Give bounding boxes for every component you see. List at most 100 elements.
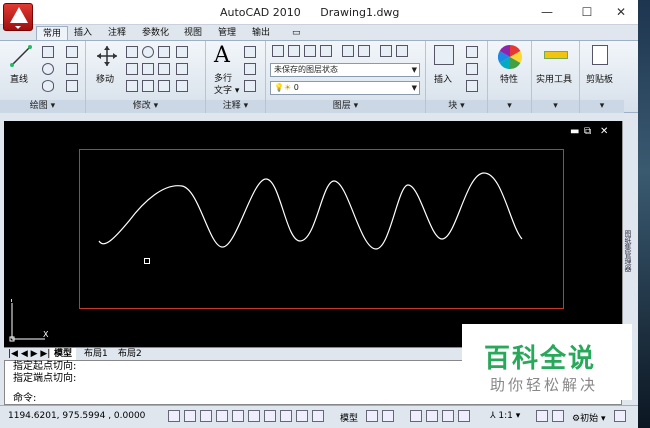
explode-icon[interactable] [158, 63, 170, 75]
text-icon[interactable]: A [214, 43, 230, 68]
rotate-icon[interactable] [142, 46, 154, 58]
clean-screen-icon[interactable] [614, 410, 626, 422]
watermark-title: 百科全说 [484, 344, 597, 374]
zoom-icon[interactable] [426, 410, 438, 422]
close-button[interactable]: ✕ [612, 4, 630, 20]
line-button-label[interactable]: 直线 [10, 72, 28, 85]
layer-unisolate-icon[interactable] [358, 45, 370, 57]
ribbon-toggle-icon[interactable]: ▭ [286, 26, 307, 40]
polyline-icon[interactable] [42, 46, 54, 58]
document-name: Drawing1.dwg [320, 6, 400, 19]
table-icon[interactable] [244, 80, 256, 92]
offset-icon[interactable] [176, 63, 188, 75]
hatch-icon[interactable] [66, 80, 78, 92]
scale-icon[interactable] [142, 80, 154, 92]
insert-button-label[interactable]: 插入 [434, 72, 452, 85]
modify-panel-title[interactable]: 修改 ▾ [86, 100, 205, 113]
draw-panel-title[interactable]: 绘图 ▾ [0, 100, 85, 113]
utilities-panel[interactable]: 实用工具 ▾ [532, 41, 580, 113]
tab-view[interactable]: 视图 [178, 26, 208, 40]
ducs-icon[interactable] [264, 410, 276, 422]
edit-block-icon[interactable] [466, 63, 478, 75]
workspace-switcher[interactable]: ⚙初始 ▾ [572, 411, 605, 424]
attribute-icon[interactable] [466, 80, 478, 92]
ellipse-icon[interactable] [42, 80, 54, 92]
tab-model[interactable]: 模型 [50, 348, 77, 360]
tab-output[interactable]: 输出 [246, 26, 276, 40]
layer-icon[interactable] [288, 45, 300, 57]
tab-insert[interactable]: 插入 [68, 26, 98, 40]
annotation-scale[interactable]: ⅄ 1:1 ▾ [490, 411, 520, 421]
layer-isolate-icon[interactable] [342, 45, 354, 57]
sheet-set-manager-label[interactable]: 图纸集管理器 [623, 230, 633, 272]
grid-display-icon[interactable] [184, 410, 196, 422]
maximize-button[interactable]: ☐ [578, 4, 596, 20]
move-icon[interactable] [96, 45, 118, 67]
circle-icon[interactable] [42, 63, 54, 75]
clipboard-dropdown[interactable]: ▾ [580, 100, 624, 113]
properties-dropdown[interactable]: ▾ [488, 100, 531, 113]
stretch-icon[interactable] [126, 80, 138, 92]
tab-annotate[interactable]: 注释 [102, 26, 132, 40]
snap-mode-icon[interactable] [168, 410, 180, 422]
layout-nav-arrows[interactable]: |◀ ◀ ▶ ▶| [4, 348, 54, 360]
layer-off-icon[interactable] [320, 45, 332, 57]
otrack-icon[interactable] [248, 410, 260, 422]
object-snap-icon[interactable] [232, 410, 244, 422]
line-icon[interactable] [10, 45, 32, 67]
layout-view-icon[interactable] [366, 410, 378, 422]
trim-icon[interactable] [158, 46, 170, 58]
annotation-visibility-icon[interactable] [536, 410, 548, 422]
window-title: AutoCAD 2010 Drawing1.dwg [220, 6, 415, 19]
rectangle-icon[interactable] [66, 63, 78, 75]
move-button-label[interactable]: 移动 [96, 72, 114, 85]
lineweight-icon[interactable] [296, 410, 308, 422]
tab-manage[interactable]: 管理 [212, 26, 242, 40]
coordinate-readout[interactable]: 1194.6201, 975.5994 , 0.0000 [8, 411, 145, 421]
tab-layout1[interactable]: 布局1 [80, 348, 112, 360]
tab-home[interactable]: 常用 [36, 26, 69, 40]
steeringwheel-icon[interactable] [442, 410, 454, 422]
fillet-icon[interactable] [142, 63, 154, 75]
clipboard-panel[interactable]: 剪贴板 ▾ [580, 41, 624, 113]
insert-block-icon[interactable] [434, 45, 454, 65]
copy-icon[interactable] [126, 46, 138, 58]
dimension-icon[interactable] [244, 46, 256, 58]
mirror-icon[interactable] [126, 63, 138, 75]
annotation-panel-title[interactable]: 注释 ▾ [206, 100, 265, 113]
layout-view-icon[interactable] [382, 410, 394, 422]
layer-dropdown[interactable]: 💡☀ 0 ▼ [270, 81, 420, 95]
layer-freeze-icon[interactable] [380, 45, 392, 57]
polar-tracking-icon[interactable] [216, 410, 228, 422]
layers-panel-title[interactable]: 图层 ▾ [266, 100, 425, 113]
utilities-dropdown[interactable]: ▾ [532, 100, 579, 113]
layer-properties-icon[interactable] [272, 45, 284, 57]
pan-icon[interactable] [410, 410, 422, 422]
leader-icon[interactable] [244, 63, 256, 75]
drawing-canvas[interactable]: ▬ ⧉ ✕ Y X [4, 121, 622, 347]
arc-icon[interactable] [66, 46, 78, 58]
ortho-mode-icon[interactable] [200, 410, 212, 422]
quick-properties-icon[interactable] [312, 410, 324, 422]
layer-lock-icon[interactable] [396, 45, 408, 57]
array-icon[interactable] [158, 80, 170, 92]
mtext-label-2[interactable]: 文字 ▾ [214, 83, 239, 96]
properties-panel[interactable]: 特性 ▾ [488, 41, 532, 113]
dynamic-input-icon[interactable] [280, 410, 292, 422]
create-block-icon[interactable] [466, 46, 478, 58]
command-prompt[interactable]: 命令: [13, 393, 36, 405]
block-panel-title[interactable]: 块 ▾ [426, 100, 487, 113]
autocad-logo-icon [10, 7, 28, 23]
tab-parametric[interactable]: 参数化 [136, 26, 175, 40]
spline-curve[interactable] [4, 121, 622, 347]
application-menu-button[interactable] [3, 3, 33, 31]
minimize-button[interactable]: — [538, 4, 556, 20]
layer-state-dropdown[interactable]: 未保存的图层状态 ▼ [270, 63, 420, 77]
auto-scale-icon[interactable] [552, 410, 564, 422]
layer-state-icon[interactable] [304, 45, 316, 57]
model-space-toggle[interactable]: 模型 [340, 411, 358, 424]
showmotion-icon[interactable] [458, 410, 470, 422]
tab-layout2[interactable]: 布局2 [114, 348, 146, 360]
break-icon[interactable] [176, 80, 188, 92]
erase-icon[interactable] [176, 46, 188, 58]
